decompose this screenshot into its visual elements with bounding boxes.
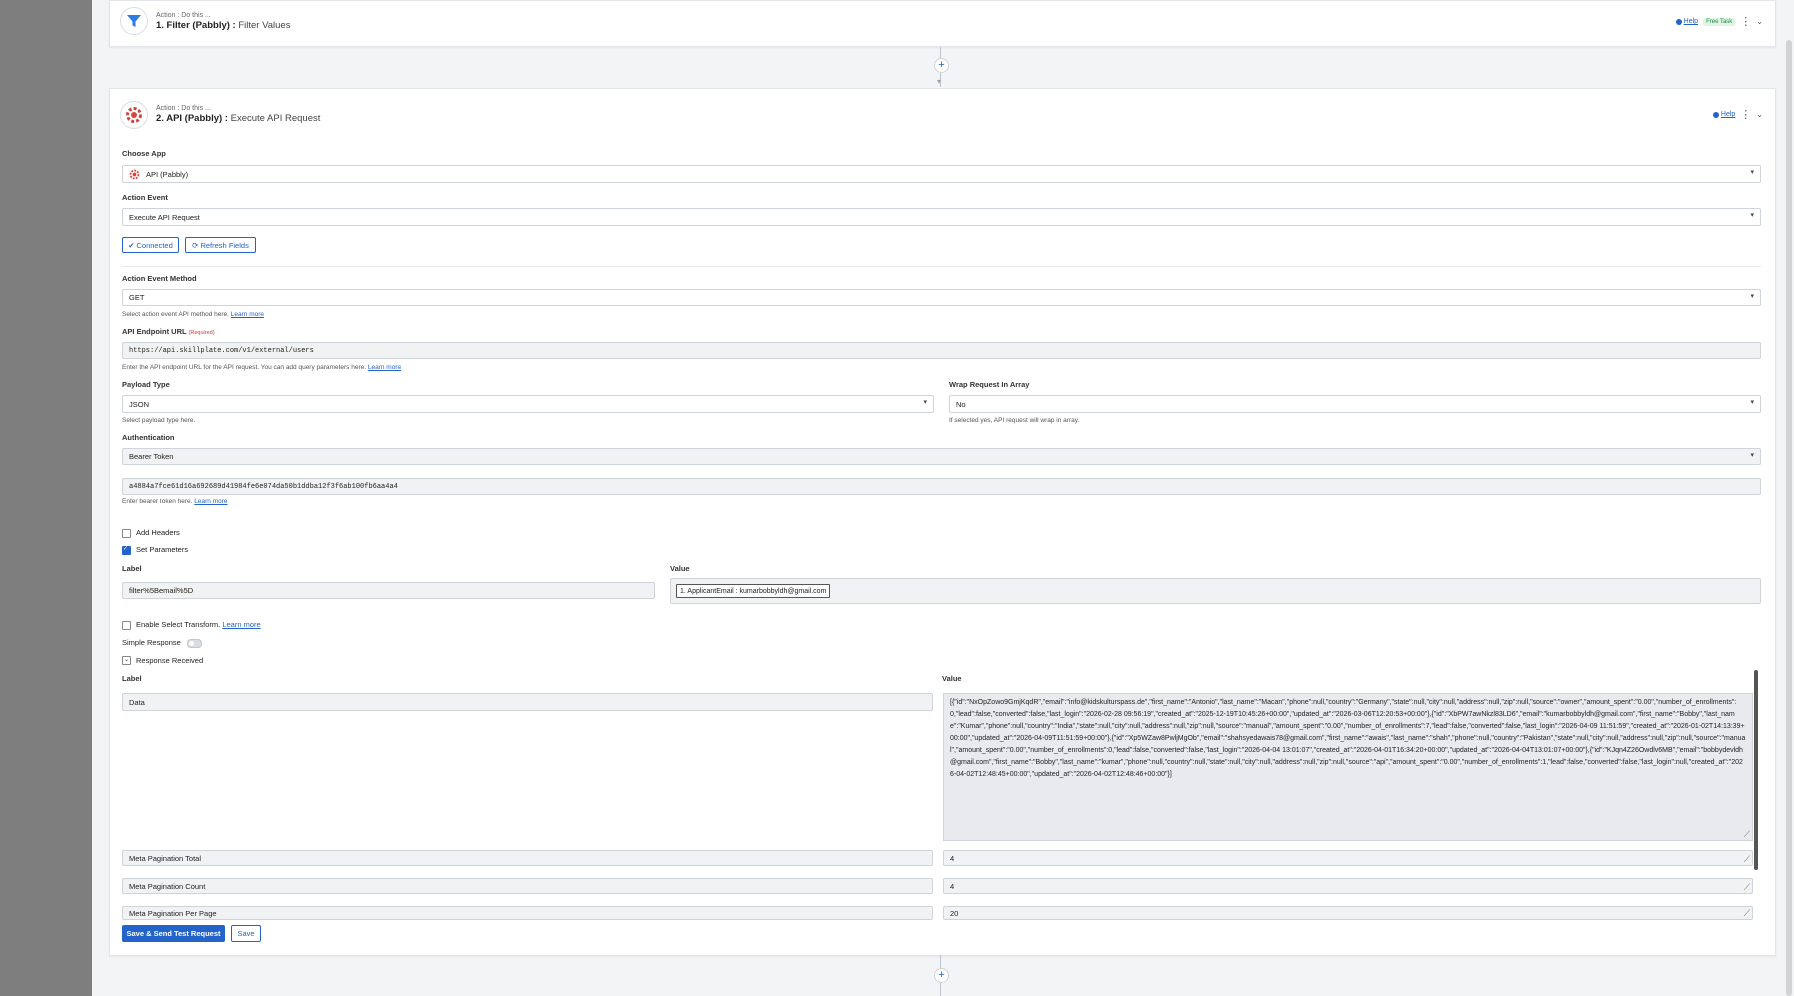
caret-down-icon: ▾	[1750, 399, 1754, 406]
check-icon: ✔	[128, 240, 135, 250]
learn-more-link[interactable]: Learn more	[194, 498, 227, 505]
resp-label-header: Label	[122, 674, 142, 683]
token-hint: Enter bearer token here. Learn more	[122, 498, 228, 505]
action-event-label: Action Event	[122, 193, 168, 202]
refresh-icon: ⟳	[192, 240, 199, 250]
filter-icon	[120, 7, 148, 35]
step-title: 1. Filter (Pabbly) : Filter Values	[156, 20, 291, 31]
wrap-label: Wrap Request In Array	[949, 380, 1030, 389]
enable-transform-checkbox[interactable]	[122, 621, 131, 630]
chevron-down-icon[interactable]: ⌄	[1756, 17, 1763, 26]
method-hint: Select action event API method here. Lea…	[122, 311, 265, 318]
page-scrollbar[interactable]	[1786, 40, 1792, 996]
param-label-input[interactable]: filter%5Bemail%5D	[122, 582, 655, 599]
caret-down-icon: ▾	[1750, 169, 1754, 176]
api-gear-icon	[129, 169, 140, 179]
response-row-value[interactable]: 20 ⟋	[943, 906, 1753, 920]
learn-more-link[interactable]: Learn more	[231, 311, 264, 318]
help-link[interactable]: Help	[1712, 111, 1735, 118]
help-icon	[1675, 18, 1682, 25]
response-row-label: Data	[122, 693, 933, 711]
auth-select[interactable]: Bearer Token ▾	[122, 448, 1761, 465]
step-subtitle: Action : Do this ...	[156, 105, 211, 112]
caret-down-icon: ▾	[1750, 212, 1754, 219]
set-parameters-checkbox[interactable]	[122, 545, 131, 555]
response-row-value[interactable]: 4 ⟋	[943, 878, 1753, 894]
payload-label: Payload Type	[122, 380, 170, 389]
method-select[interactable]: GET ▾	[122, 289, 1761, 306]
response-received-label: Response Received	[136, 656, 204, 665]
save-button[interactable]: Save	[231, 925, 261, 942]
help-link[interactable]: Help	[1675, 18, 1698, 25]
more-options-icon[interactable]: ⋮	[1740, 109, 1751, 120]
resize-handle-icon[interactable]: ⟋	[1744, 855, 1750, 864]
param-value-header: Value	[670, 564, 690, 573]
choose-app-label: Choose App	[122, 149, 166, 158]
param-value-chip[interactable]: 1. ApplicantEmail : kumarbobbyldh@gmail.…	[676, 584, 831, 598]
response-row-value[interactable]: 4 ⟋	[943, 850, 1753, 866]
resize-handle-icon[interactable]: ⟋	[1744, 883, 1750, 892]
simple-response-toggle[interactable]	[187, 639, 202, 648]
free-task-badge: Free Task	[1703, 17, 1736, 26]
api-gear-icon	[120, 101, 148, 129]
enable-transform-label: Enable Select Transform. Learn more	[136, 620, 261, 629]
add-step-button[interactable]: +	[934, 58, 949, 73]
param-label-header: Label	[122, 564, 142, 573]
endpoint-label: API Endpoint URL (Required)	[122, 327, 215, 336]
response-row-label: Meta Pagination Count	[122, 878, 933, 894]
resize-handle-icon[interactable]: ⟋	[1744, 830, 1750, 839]
payload-select[interactable]: JSON ▾	[122, 395, 934, 413]
auth-label: Authentication	[122, 433, 175, 442]
response-row-label: Meta Pagination Total	[122, 850, 933, 866]
method-label: Action Event Method	[122, 274, 197, 283]
step-title: 2. API (Pabbly) : Execute API Request	[156, 113, 321, 124]
resp-value-header: Value	[942, 674, 962, 683]
step-subtitle: Action : Do this ...	[156, 12, 211, 19]
add-headers-label: Add Headers	[136, 528, 180, 537]
arrow-down-icon: ▾	[937, 77, 942, 86]
caret-down-icon: ▾	[1750, 293, 1754, 300]
divider	[122, 266, 1761, 267]
learn-more-link[interactable]: Learn more	[368, 364, 401, 371]
wrap-hint: If selected yes, API request will wrap i…	[949, 417, 1080, 424]
chevron-down-icon[interactable]: ⌄	[1756, 110, 1763, 119]
response-data-value[interactable]: [{"id":"NxOpZowo9GmjKqdR","email":"info@…	[943, 693, 1753, 841]
more-options-icon[interactable]: ⋮	[1740, 16, 1751, 27]
payload-hint: Select payload type here.	[122, 417, 196, 424]
connected-button[interactable]: ✔ Connected	[122, 237, 179, 253]
token-input[interactable]: a4884a7fce61d16a692689d41984fe6e074da50b…	[122, 478, 1761, 495]
step-card-filter[interactable]: Action : Do this ... 1. Filter (Pabbly) …	[109, 0, 1776, 47]
response-scrollbar[interactable]	[1754, 670, 1758, 870]
param-value-input[interactable]	[670, 578, 1761, 604]
resize-handle-icon[interactable]: ⟋	[1744, 909, 1750, 918]
expand-arrow-icon[interactable]: ⌄	[122, 656, 131, 665]
learn-more-link[interactable]: Learn more	[222, 620, 260, 629]
choose-app-select[interactable]: API (Pabbly) ▾	[122, 165, 1761, 183]
help-icon	[1712, 111, 1719, 118]
response-row-label: Meta Pagination Per Page	[122, 906, 933, 920]
set-parameters-label: Set Parameters	[136, 545, 189, 554]
save-send-test-button[interactable]: Save & Send Test Request	[122, 925, 225, 942]
action-event-select[interactable]: Execute API Request ▾	[122, 208, 1761, 226]
endpoint-hint: Enter the API endpoint URL for the API r…	[122, 364, 402, 371]
add-headers-checkbox[interactable]	[122, 529, 131, 538]
add-step-button[interactable]: +	[934, 968, 949, 983]
refresh-fields-button[interactable]: ⟳ Refresh Fields	[185, 237, 256, 253]
left-panel	[0, 0, 92, 996]
caret-down-icon: ▾	[923, 399, 927, 406]
simple-response-label: Simple Response	[122, 638, 181, 647]
caret-down-icon: ▾	[1750, 452, 1754, 459]
wrap-select[interactable]: No ▾	[949, 395, 1761, 413]
endpoint-input[interactable]: https://api.skillplate.com/v1/external/u…	[122, 342, 1761, 359]
